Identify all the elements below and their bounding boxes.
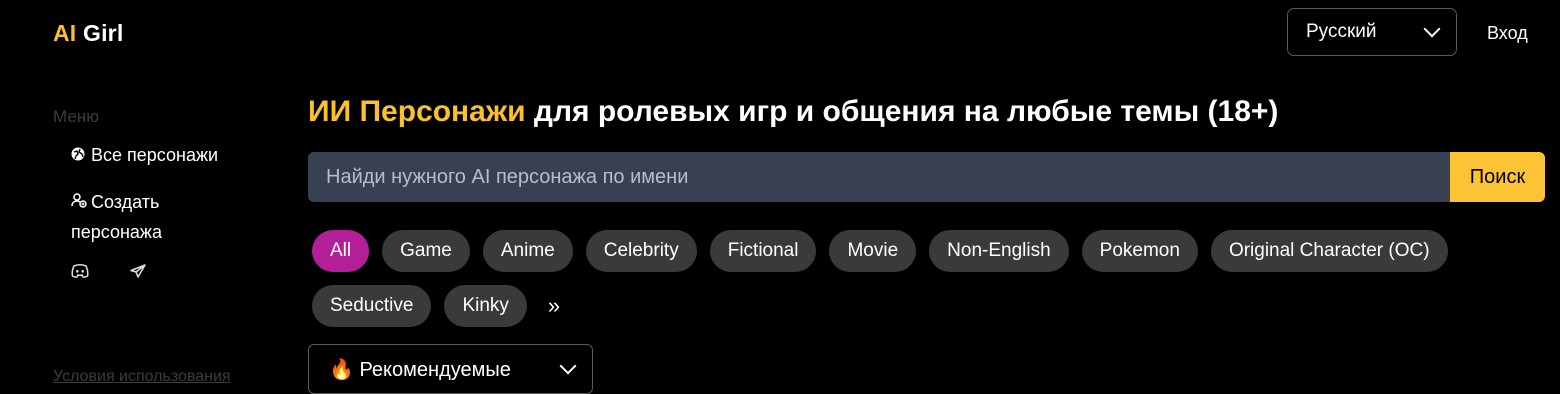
chevron-down-icon <box>559 357 577 375</box>
language-value: Русский <box>1306 21 1377 42</box>
fire-icon: 🔥 <box>329 358 354 381</box>
app-logo[interactable]: AI Girl <box>53 20 123 47</box>
user-add-icon <box>71 190 91 218</box>
logo-accent: AI <box>53 20 77 46</box>
search-input[interactable] <box>308 152 1450 202</box>
language-select[interactable]: Русский <box>1287 8 1457 56</box>
tag-original-character[interactable]: Original Character (OC) <box>1210 230 1448 272</box>
sort-select[interactable]: 🔥 Рекомендуемые <box>308 344 593 394</box>
sort-label: Рекомендуемые <box>359 358 511 381</box>
tag-kinky[interactable]: Kinky <box>444 285 527 327</box>
tag-filter-row-2: Seductive Kinky » <box>312 285 568 327</box>
tag-game[interactable]: Game <box>382 230 470 272</box>
sort-value: 🔥 Рекомендуемые <box>329 357 511 382</box>
tag-fictional[interactable]: Fictional <box>709 230 817 272</box>
sidebar-item-label: Все персонажи <box>91 145 219 165</box>
telegram-icon[interactable] <box>130 264 146 283</box>
tag-seductive[interactable]: Seductive <box>312 285 432 327</box>
sidebar-item-create-character[interactable]: Создать персонажа <box>71 188 191 246</box>
terms-link[interactable]: Условия использования <box>53 368 231 386</box>
discord-icon[interactable] <box>71 264 89 283</box>
tag-pokemon[interactable]: Pokemon <box>1081 230 1198 272</box>
login-link[interactable]: Вход <box>1487 23 1528 44</box>
tag-all[interactable]: All <box>312 230 370 272</box>
tag-non-english[interactable]: Non-English <box>929 230 1069 272</box>
search-button[interactable]: Поиск <box>1450 152 1545 202</box>
page-title: ИИ Персонажи для ролевых игр и общения н… <box>308 95 1278 129</box>
tag-anime[interactable]: Anime <box>482 230 573 272</box>
tag-celebrity[interactable]: Celebrity <box>585 230 697 272</box>
tag-movie[interactable]: Movie <box>829 230 917 272</box>
menu-label: Меню <box>53 107 99 126</box>
logo-text: Girl <box>76 20 124 46</box>
more-tags-icon[interactable]: » <box>540 285 568 327</box>
page-title-text: для ролевых игр и общения на любые темы … <box>525 95 1279 128</box>
sidebar-item-all-characters[interactable]: Все персонажи <box>71 141 218 171</box>
chevron-down-icon <box>1423 20 1441 38</box>
page-title-accent: ИИ Персонажи <box>308 95 526 128</box>
tag-filter-row-1: All Game Anime Celebrity Fictional Movie… <box>312 230 1448 272</box>
globe-icon <box>71 143 91 171</box>
